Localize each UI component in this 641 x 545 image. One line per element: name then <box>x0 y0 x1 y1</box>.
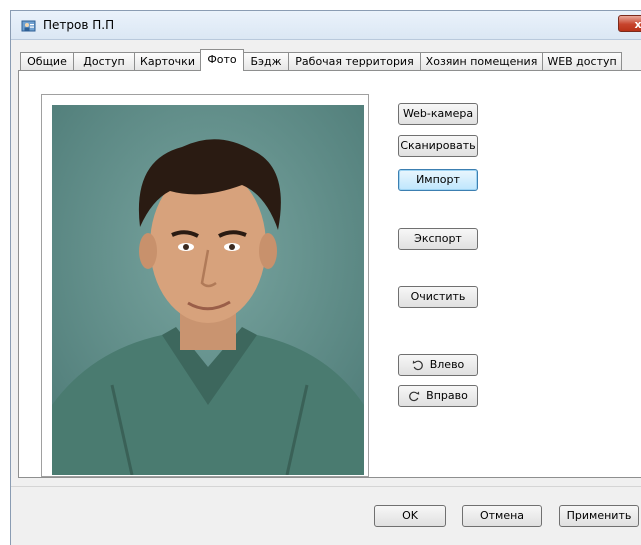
apply-button[interactable]: Применить <box>559 505 639 527</box>
tab-general[interactable]: Общие <box>20 52 74 70</box>
employee-photo <box>52 105 364 475</box>
clear-button[interactable]: Очистить <box>398 286 478 308</box>
cancel-button[interactable]: Отмена <box>462 505 542 527</box>
user-card-icon <box>21 20 36 32</box>
rotate-left-label: Влево <box>429 358 465 371</box>
rotate-left-icon <box>412 360 423 371</box>
employee-dialog: Петров П.П x Общие Доступ Карточки Фото … <box>10 10 641 545</box>
tab-room-owner[interactable]: Хозяин помещения <box>420 52 543 70</box>
import-button[interactable]: Импорт <box>398 169 478 191</box>
rotate-left-button[interactable]: Влево <box>398 354 478 376</box>
tab-web-access[interactable]: WEB доступ <box>542 52 622 70</box>
tab-strip: Общие Доступ Карточки Фото Бэдж Рабочая … <box>11 49 641 71</box>
close-icon: x <box>634 18 641 31</box>
photo-panel: Web-камера Сканировать Импорт Экспорт Оч… <box>18 70 641 478</box>
ok-button[interactable]: OK <box>374 505 446 527</box>
window-title: Петров П.П <box>43 18 115 32</box>
webcam-button[interactable]: Web-камера <box>398 103 478 125</box>
tab-access[interactable]: Доступ <box>73 52 135 70</box>
tab-badge[interactable]: Бэдж <box>243 52 289 70</box>
photo-frame <box>41 94 369 477</box>
export-button[interactable]: Экспорт <box>398 228 478 250</box>
close-button[interactable]: x <box>618 15 641 32</box>
rotate-right-label: Вправо <box>426 389 468 402</box>
title-bar[interactable]: Петров П.П x <box>11 11 641 40</box>
tab-photo[interactable]: Фото <box>200 49 244 71</box>
scan-button[interactable]: Сканировать <box>398 135 478 157</box>
footer-divider <box>11 486 641 487</box>
rotate-right-button[interactable]: Вправо <box>398 385 478 407</box>
tab-cards[interactable]: Карточки <box>134 52 201 70</box>
tab-work-area[interactable]: Рабочая территория <box>288 52 421 70</box>
rotate-right-icon <box>409 391 420 402</box>
